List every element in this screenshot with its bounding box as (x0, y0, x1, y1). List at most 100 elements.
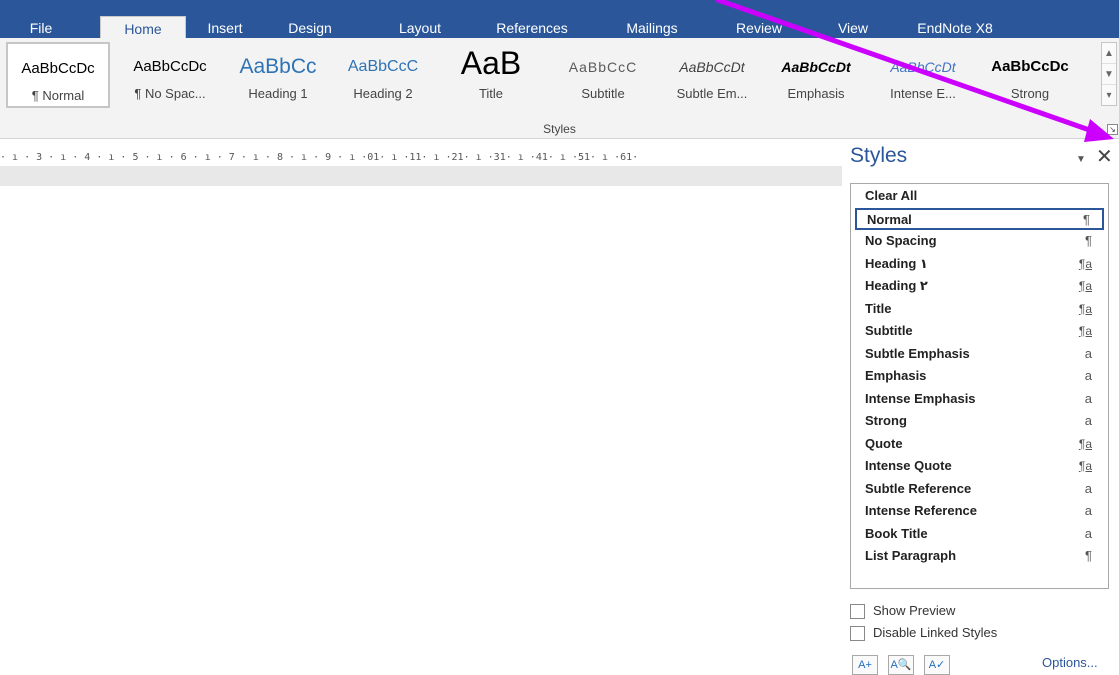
style-preview: AaBbCcC (568, 59, 638, 75)
checkbox-box[interactable] (850, 604, 865, 620)
list-item-heading-1[interactable]: Heading ١ ¶a (855, 254, 1104, 276)
style-preview: AaBbCc (239, 55, 317, 78)
checkbox-label: Show Preview (873, 603, 956, 618)
more-styles-icon[interactable]: ▾ (1102, 85, 1116, 106)
list-item-strong[interactable]: Strong a (855, 411, 1104, 433)
show-preview-checkbox[interactable]: Show Preview (850, 603, 955, 621)
tab-file[interactable]: File (18, 18, 64, 38)
character-style-icon: a (1084, 526, 1092, 541)
style-name: Subtle Em... (676, 86, 748, 101)
close-icon[interactable]: ✕ (1096, 144, 1113, 169)
style-name: Subtitle (581, 86, 625, 101)
list-item-label: Strong (865, 413, 907, 428)
scroll-down-icon[interactable]: ▼ (1102, 64, 1116, 85)
character-style-icon: a (1084, 368, 1092, 383)
pane-options-dropdown-icon[interactable]: ▼ (1076, 154, 1086, 165)
tab-review[interactable]: Review (724, 18, 794, 38)
styles-pane: Styles ▼ ✕ Clear All Normal ¶ No Spacing… (842, 140, 1119, 675)
linked-style-icon: ¶a (1078, 279, 1092, 293)
style-inspector-icon[interactable]: A🔍 (888, 655, 914, 675)
list-item-subtle-reference[interactable]: Subtle Reference a (855, 479, 1104, 501)
horizontal-ruler[interactable]: · ı · 3 · ı · 4 · ı · 5 · ı · 6 · ı · 7 … (0, 152, 840, 164)
list-item-title[interactable]: Title ¶a (855, 299, 1104, 321)
styles-dialog-launcher-icon[interactable]: ↘ (1107, 124, 1118, 135)
list-item-label: Emphasis (865, 368, 927, 383)
style-preview: AaBbCcDt (781, 59, 851, 75)
style-name: Title (478, 86, 504, 101)
tab-view[interactable]: View (828, 18, 878, 38)
style-preview: AaBbCcDt (890, 59, 956, 75)
list-item-label: No Spacing (865, 233, 937, 248)
list-item-label: Subtitle (865, 323, 913, 338)
list-item-heading-2[interactable]: Heading ٢ ¶a (855, 276, 1104, 298)
list-item-book-title[interactable]: Book Title a (855, 524, 1104, 546)
character-style-icon: a (1084, 346, 1092, 361)
tab-home[interactable]: Home (100, 16, 186, 38)
list-item-quote[interactable]: Quote ¶a (855, 434, 1104, 456)
gallery-style-subtitle[interactable]: AaBbCcC Subtitle (550, 42, 656, 108)
tab-references[interactable]: References (482, 18, 582, 38)
gallery-style-emphasis[interactable]: AaBbCcDt Emphasis (766, 42, 866, 108)
list-item-intense-emphasis[interactable]: Intense Emphasis a (855, 389, 1104, 411)
list-item-list-paragraph[interactable]: List Paragraph ¶ (855, 546, 1104, 568)
disable-linked-styles-checkbox[interactable]: Disable Linked Styles (850, 625, 997, 643)
checkbox-box[interactable] (850, 626, 865, 642)
style-preview: AaBbCcDt (679, 59, 745, 75)
home-ribbon: AaBbCcDc ¶ Normal AaBbCcDc ¶ No Spac... … (0, 38, 1119, 139)
tab-insert[interactable]: Insert (196, 18, 254, 38)
tab-layout[interactable]: Layout (384, 18, 456, 38)
list-item-intense-reference[interactable]: Intense Reference a (855, 501, 1104, 523)
gallery-style-no-spacing[interactable]: AaBbCcDc ¶ No Spac... (116, 42, 224, 108)
gallery-style-normal[interactable]: AaBbCcDc ¶ Normal (6, 42, 110, 108)
style-name: Strong (1010, 86, 1050, 101)
list-item-emphasis[interactable]: Emphasis a (855, 366, 1104, 388)
style-name: ¶ No Spac... (134, 86, 206, 101)
gallery-style-heading-2[interactable]: AaBbCcC Heading 2 (332, 42, 434, 108)
gallery-style-title[interactable]: AaB Title (438, 42, 544, 108)
ribbon-tab-bar: File Home Insert Design Layout Reference… (0, 0, 1119, 38)
styles-gallery: AaBbCcDc ¶ Normal AaBbCcDc ¶ No Spac... … (4, 42, 1094, 108)
list-item-normal[interactable]: Normal ¶ (855, 208, 1104, 230)
style-name: Heading 2 (353, 86, 413, 101)
list-item-label: Subtle Reference (865, 481, 972, 496)
style-preview: AaBbCcDc (21, 60, 95, 77)
paragraph-style-icon: ¶ (1085, 548, 1092, 563)
style-preview: AaB (460, 46, 522, 80)
scroll-up-icon[interactable]: ▲ (1102, 43, 1116, 64)
gallery-style-strong[interactable]: AaBbCcDc Strong (982, 42, 1078, 108)
list-item-label: Subtle Emphasis (865, 346, 970, 361)
list-item-clear-all[interactable]: Clear All (855, 186, 1104, 208)
list-item-subtitle[interactable]: Subtitle ¶a (855, 321, 1104, 343)
list-item-label: Heading ١ (865, 256, 928, 271)
gallery-scroll-control[interactable]: ▲ ▼ ▾ (1101, 42, 1117, 106)
character-style-icon: a (1084, 481, 1092, 496)
gallery-style-intense-emphasis[interactable]: AaBbCcDt Intense E... (870, 42, 976, 108)
list-item-label: Title (865, 301, 892, 316)
options-link[interactable]: Options... (1042, 655, 1098, 670)
list-item-label: Intense Quote (865, 458, 952, 473)
document-top-margin (0, 166, 842, 186)
list-item-label: Clear All (865, 188, 918, 203)
list-item-no-spacing[interactable]: No Spacing ¶ (855, 231, 1104, 253)
paragraph-style-icon: ¶ (1085, 233, 1092, 248)
style-name: Heading 1 (248, 86, 308, 101)
tab-mailings[interactable]: Mailings (612, 18, 692, 38)
document-page[interactable] (0, 186, 842, 675)
styles-group-label: Styles (543, 122, 576, 136)
list-item-intense-quote[interactable]: Intense Quote ¶a (855, 456, 1104, 478)
paragraph-style-icon: ¶ (1083, 212, 1090, 227)
styles-list: Clear All Normal ¶ No Spacing ¶ Heading … (850, 183, 1109, 589)
gallery-style-heading-1[interactable]: AaBbCc Heading 1 (228, 42, 328, 108)
list-item-label: Quote (865, 436, 903, 451)
manage-styles-icon[interactable]: A✓ (924, 655, 950, 675)
style-preview: AaBbCcDc (133, 58, 207, 75)
linked-style-icon: ¶a (1078, 302, 1092, 316)
list-item-subtle-emphasis[interactable]: Subtle Emphasis a (855, 344, 1104, 366)
new-style-icon[interactable]: A+ (852, 655, 878, 675)
style-name: Intense E... (890, 86, 956, 101)
tab-endnote[interactable]: EndNote X8 (900, 18, 1010, 38)
character-style-icon: a (1084, 391, 1092, 406)
tab-design[interactable]: Design (278, 18, 342, 38)
gallery-style-subtle-emphasis[interactable]: AaBbCcDt Subtle Em... (662, 42, 762, 108)
character-style-icon: a (1084, 503, 1092, 518)
